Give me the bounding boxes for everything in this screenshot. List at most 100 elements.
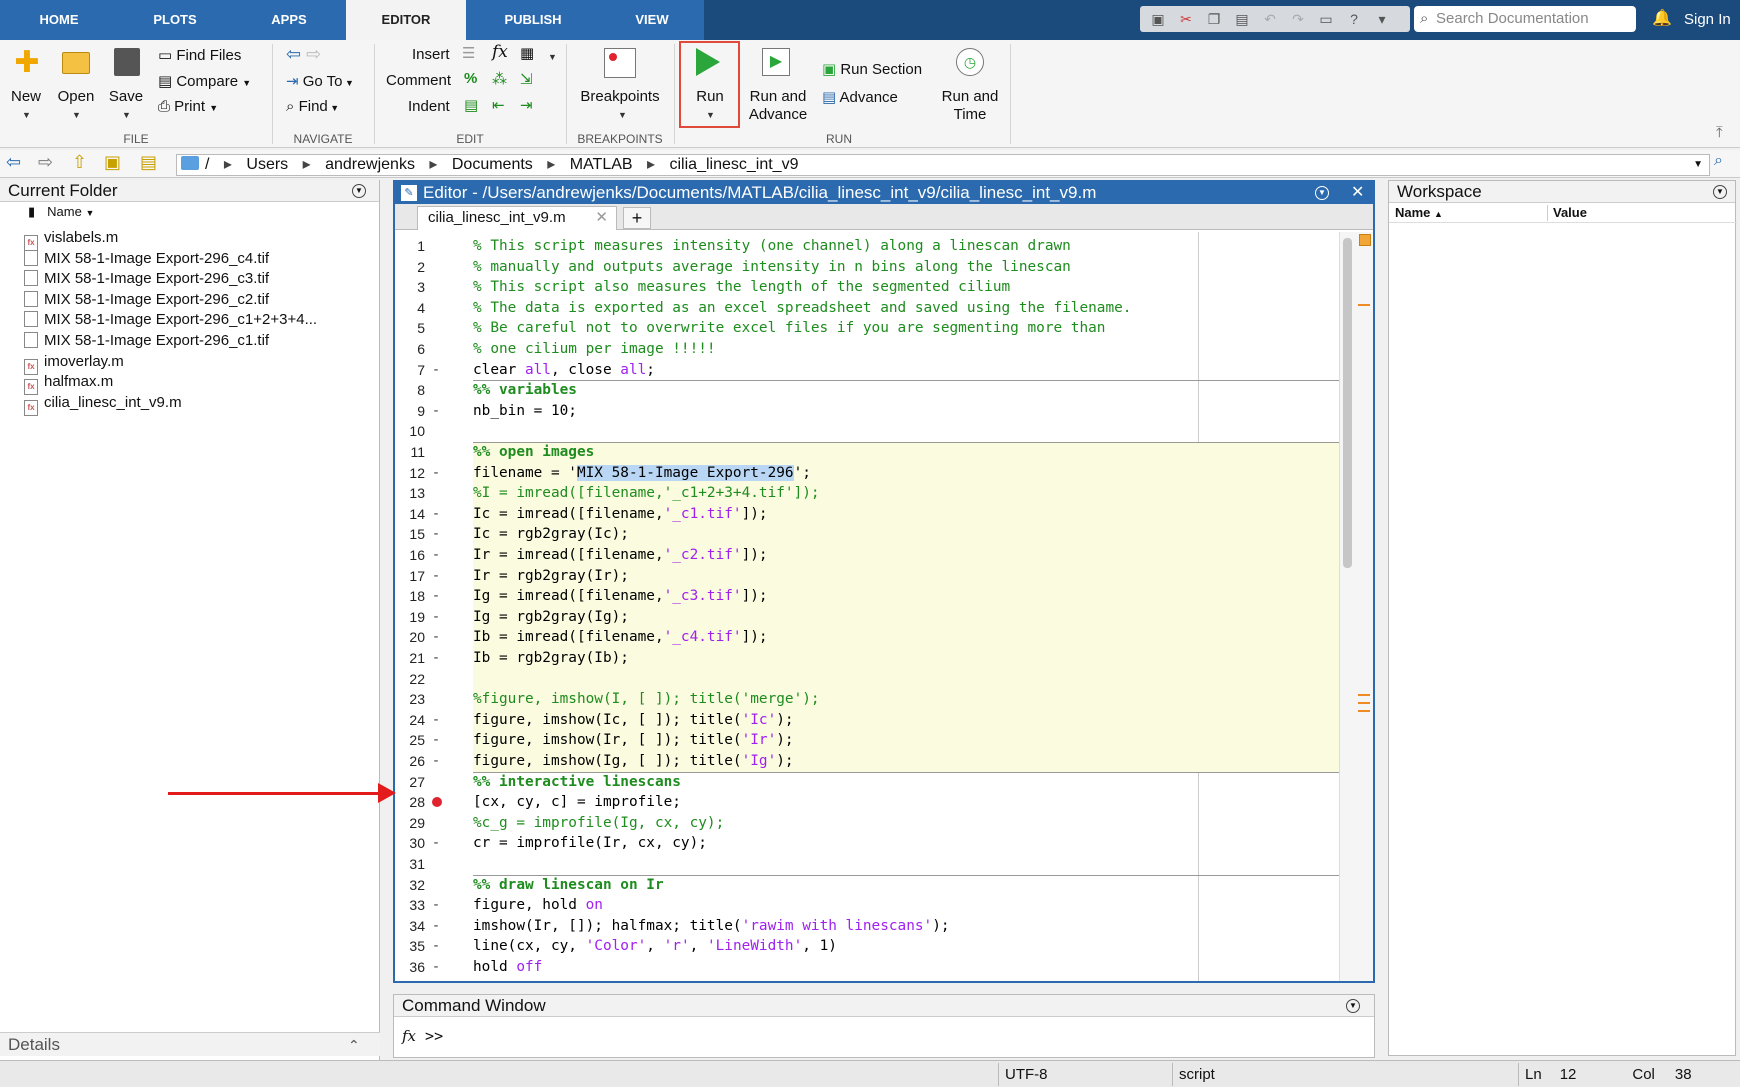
breakpoint-slot[interactable]: - — [429, 648, 443, 669]
code-line[interactable]: figure, imshow(Ir, [ ]); title('Ir'); — [473, 730, 794, 751]
line-number[interactable]: 37 — [395, 978, 425, 981]
line-number[interactable]: 5 — [395, 318, 425, 339]
breakpoint-slot[interactable]: - — [429, 586, 443, 607]
breakpoint-slot[interactable]: - — [429, 916, 443, 937]
breakpoint-slot[interactable]: - — [429, 545, 443, 566]
code-line[interactable]: %c_g = improfile(Ig, cx, cy); — [473, 813, 724, 834]
comment-percent-button[interactable]: % — [464, 70, 477, 87]
file-list-item[interactable]: fx vislabels.m — [24, 228, 118, 251]
breadcrumb-item[interactable]: MATLAB — [570, 156, 633, 173]
code-line[interactable]: Ib = imread([filename,'_c4.tif']); — [473, 627, 768, 648]
code-line[interactable]: nb_bin = 10; — [473, 401, 577, 422]
details-panel[interactable]: Details ⌃ — [0, 1032, 380, 1056]
code-line[interactable]: % This script also measures the length o… — [473, 277, 1010, 298]
line-number[interactable]: 28 — [395, 792, 425, 813]
collapse-toolstrip-icon[interactable]: ⤒ — [1716, 124, 1723, 141]
line-number[interactable]: 6 — [395, 339, 425, 360]
tab-apps[interactable]: APPS — [232, 0, 346, 40]
breakpoint-slot[interactable]: - — [429, 895, 443, 916]
code-line[interactable]: [cx, cy, c] = improfile; — [473, 792, 681, 813]
line-number[interactable]: 8 — [395, 380, 425, 401]
insert-button[interactable]: Insert — [412, 46, 450, 63]
line-number[interactable]: 14 — [395, 504, 425, 525]
breakpoint-slot[interactable]: - — [429, 936, 443, 957]
line-number[interactable]: 4 — [395, 298, 425, 319]
breadcrumb-item[interactable]: cilia_linesc_int_v9 — [670, 156, 799, 173]
line-number[interactable]: 32 — [395, 875, 425, 896]
file-list-item[interactable]: MIX 58-1-Image Export-296_c3.tif — [24, 269, 269, 289]
line-number[interactable]: 21 — [395, 648, 425, 669]
file-list-item[interactable]: MIX 58-1-Image Export-296_c1+2+3+4... — [24, 310, 317, 330]
code-line[interactable]: % Be careful not to overwrite excel file… — [473, 318, 1105, 339]
new-icon[interactable]: ✚ — [12, 48, 42, 78]
find-button[interactable]: ⌕ Find ▼ — [286, 98, 339, 115]
chevron-down-icon[interactable]: ▼ — [548, 52, 557, 62]
line-number[interactable]: 33 — [395, 895, 425, 916]
line-number[interactable]: 34 — [395, 916, 425, 937]
breakpoint-slot[interactable]: - — [429, 504, 443, 525]
code-line[interactable]: filename = 'MIX 58-1-Image Export-296'; — [473, 463, 811, 484]
code-line[interactable]: Ic = rgb2gray(Ic); — [473, 524, 629, 545]
file-list-item[interactable]: MIX 58-1-Image Export-296_c2.tif — [24, 290, 269, 310]
tab-editor[interactable]: EDITOR — [346, 0, 466, 40]
file-list-item[interactable]: MIX 58-1-Image Export-296_c1.tif — [24, 331, 269, 351]
line-number[interactable]: 36 — [395, 957, 425, 978]
code-line[interactable]: % one cilium per image !!!!! — [473, 339, 716, 360]
chevron-down-icon[interactable]: ▼ — [72, 110, 81, 120]
breakpoint-slot[interactable]: - — [429, 607, 443, 628]
line-number[interactable]: 12 — [395, 463, 425, 484]
run-section-button[interactable]: ▣ Run Section — [822, 60, 922, 78]
decrease-indent-icon[interactable]: ⇤ — [492, 96, 505, 114]
chevron-up-icon[interactable]: ⌃ — [348, 1033, 360, 1057]
line-number[interactable]: 2 — [395, 257, 425, 278]
forward-arrow-icon[interactable]: ⇨ — [38, 152, 53, 173]
breadcrumb-root[interactable]: / — [205, 156, 209, 173]
up-folder-icon[interactable]: ⇧ — [72, 152, 87, 173]
undo-icon[interactable]: ↶ — [1260, 9, 1280, 29]
tab-publish[interactable]: PUBLISH — [466, 0, 600, 40]
line-number[interactable]: 26 — [395, 751, 425, 772]
notification-bell-icon[interactable]: 🔔 — [1652, 8, 1672, 28]
code-line[interactable]: clear all, close all; — [473, 360, 655, 381]
compare-button[interactable]: ▤ Compare ▼ — [158, 72, 251, 90]
code-line[interactable]: %figure, imshow(I, [ ]); title('merge'); — [473, 689, 820, 710]
breadcrumb-item[interactable]: Users — [246, 156, 288, 173]
run-and-advance-icon[interactable]: ▶ — [762, 48, 790, 76]
editor-file-tab[interactable]: cilia_linesc_int_v9.m ✕ — [417, 206, 617, 230]
breakpoint-slot[interactable]: - — [429, 957, 443, 978]
line-number[interactable]: 35 — [395, 936, 425, 957]
line-number[interactable]: 13 — [395, 483, 425, 504]
line-number[interactable]: 11 — [395, 442, 425, 463]
back-arrow-icon[interactable]: ⇦ ⇨ — [286, 44, 321, 65]
panel-menu-icon[interactable]: ▼ — [1315, 186, 1329, 200]
editor-vertical-scrollbar[interactable] — [1339, 232, 1355, 981]
line-number[interactable]: 31 — [395, 854, 425, 875]
open-folder-icon[interactable] — [62, 52, 90, 74]
line-number[interactable]: 24 — [395, 710, 425, 731]
panel-menu-icon[interactable]: ▼ — [1713, 185, 1727, 199]
wrap-comments-icon[interactable]: ⇲ — [520, 70, 533, 88]
save-icon[interactable]: ▣ — [1148, 9, 1168, 29]
code-line[interactable]: figure, hold on — [473, 895, 603, 916]
copy-icon[interactable]: ❐ — [1204, 9, 1224, 29]
switch-windows-icon[interactable]: ▭ — [1316, 9, 1336, 29]
code-line[interactable]: figure, imshow(Ic, [ ]); title('Ic'); — [473, 710, 794, 731]
tab-view[interactable]: VIEW — [600, 0, 704, 40]
breakpoint-slot[interactable]: - — [429, 566, 443, 587]
command-prompt[interactable]: fx >> — [402, 1027, 443, 1045]
line-number[interactable]: 1 — [395, 236, 425, 257]
breakpoint-icon[interactable] — [432, 797, 442, 808]
go-to-button[interactable]: ⇥ Go To ▼ — [286, 72, 354, 90]
line-number[interactable]: 29 — [395, 813, 425, 834]
close-tab-icon[interactable]: ✕ — [595, 207, 608, 229]
run-and-time-icon[interactable]: ◷ — [956, 48, 984, 76]
code-line[interactable]: line(cx, cy, 'Color', 'r', 'LineWidth', … — [473, 936, 837, 957]
encoding-status[interactable]: UTF-8 — [998, 1063, 1172, 1086]
find-files-button[interactable]: ▭ Find Files — [158, 46, 241, 64]
code-line[interactable]: % manually and outputs average intensity… — [473, 257, 1071, 278]
breadcrumb-item[interactable]: andrewjenks — [325, 156, 415, 173]
file-list-item[interactable]: MIX 58-1-Image Export-296_c4.tif — [24, 249, 269, 269]
run-and-advance-button[interactable]: Run and Advance — [746, 88, 810, 124]
print-button[interactable]: ⎙ Print ▼ — [158, 98, 218, 115]
quick-access-menu-icon[interactable]: ▾ — [1372, 9, 1392, 29]
